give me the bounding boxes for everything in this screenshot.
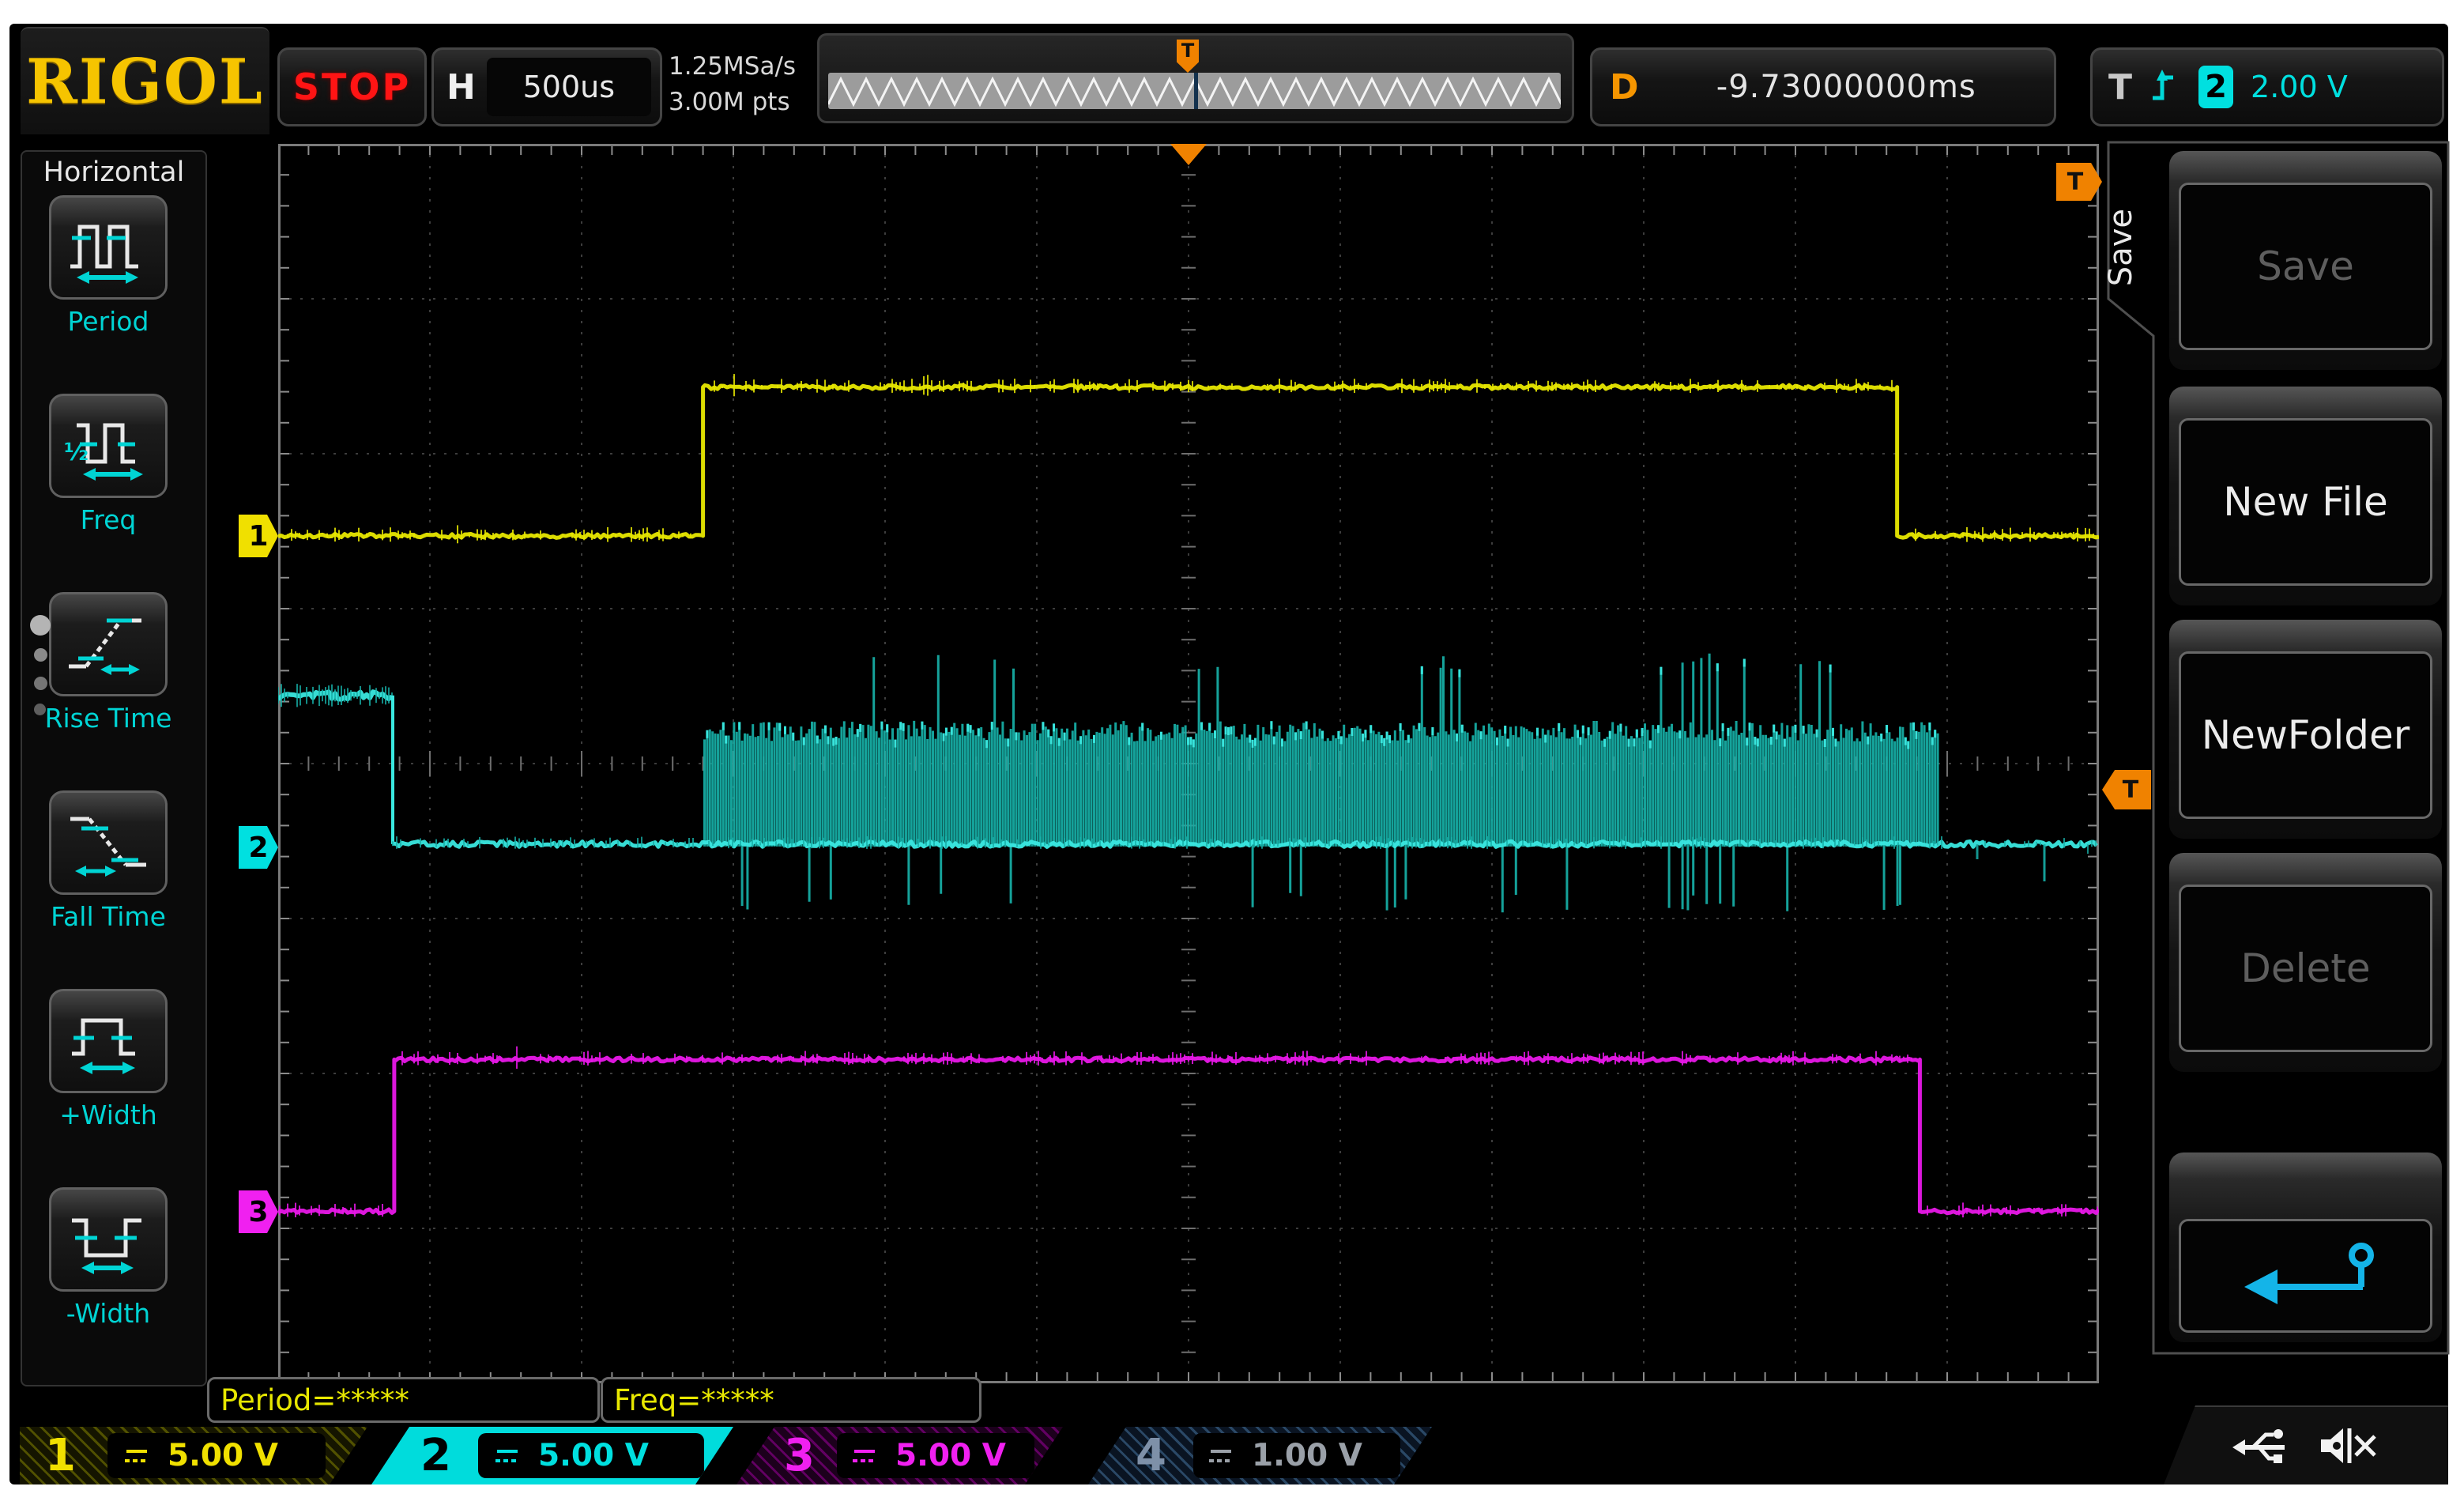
overview-position-slot — [1194, 73, 1198, 109]
trigger-label: T — [2108, 66, 2133, 108]
scroll-indicator-dot — [34, 704, 46, 715]
oscilloscope-screen: RIGOL STOP H 500us 1.25MSa/s 3.00M pts T… — [9, 24, 2450, 1484]
brand-logo: RIGOL — [26, 45, 264, 118]
channel-4-number: 4 — [1136, 1429, 1166, 1481]
scroll-indicator-dot — [34, 677, 47, 690]
measure-button[interactable]: ½ — [49, 394, 168, 498]
ch2-ground-marker[interactable]: 2 — [239, 826, 278, 869]
speaker-muted-icon — [2321, 1428, 2376, 1463]
brand-tile: RIGOL — [21, 27, 269, 134]
channel-2-number: 2 — [420, 1429, 451, 1481]
overview-band — [828, 73, 1561, 109]
svg-text:½: ½ — [64, 439, 89, 466]
dc-coupling-icon — [848, 1444, 881, 1468]
channel-3-scale: 5.00 V — [895, 1438, 1006, 1473]
usb-icon — [2232, 1429, 2285, 1463]
new-folder-button[interactable]: NewFolder — [2179, 651, 2432, 819]
sample-rate: 1.25MSa/s — [669, 52, 797, 81]
period-readout: Period=***** — [207, 1377, 600, 1423]
plus-width-icon — [62, 998, 154, 1084]
memory-depth: 3.00M pts — [669, 88, 790, 116]
fall-time-icon — [62, 800, 154, 885]
run-stop-status: STOP — [277, 47, 427, 126]
status-label: STOP — [292, 66, 412, 108]
dc-coupling-icon — [491, 1444, 524, 1468]
measure-button[interactable] — [49, 195, 168, 300]
channel-status-bar: 1 5.00 V 2 5.00 V 3 5.00 V 4 1.00 V — [9, 1427, 2448, 1484]
trigger-position-triangle[interactable] — [1170, 144, 1207, 165]
freq-readout: Freq=***** — [601, 1377, 981, 1423]
sidebar-item-label: Period — [67, 306, 149, 337]
channel-3-status[interactable]: 3 5.00 V — [737, 1427, 1063, 1484]
peripheral-status-panel — [2164, 1405, 2448, 1484]
back-arrow-icon — [2244, 1243, 2374, 1304]
channel-3-number: 3 — [784, 1429, 815, 1481]
minus-width-icon — [62, 1197, 154, 1282]
channel-1-scale: 5.00 V — [167, 1438, 278, 1473]
channel-2-status[interactable]: 2 5.00 V — [371, 1427, 733, 1484]
delay-label: D — [1610, 66, 1639, 108]
trigger-level-value: 2.00 V — [2251, 70, 2348, 104]
period-icon — [62, 205, 154, 290]
delay-box[interactable]: D -9.73000000ms — [1590, 47, 2056, 126]
save-button[interactable]: Save — [2179, 183, 2432, 350]
ch1-ground-marker[interactable]: 1 — [239, 515, 278, 557]
menu-tile: Delete — [2169, 853, 2442, 1072]
channel-1-number: 1 — [45, 1429, 76, 1481]
h-label: H — [446, 66, 476, 108]
channel-2-scale: 5.00 V — [537, 1438, 649, 1473]
sidebar-title: Horizontal — [43, 157, 185, 188]
acquisition-info: 1.25MSa/s 3.00M pts — [669, 49, 796, 120]
menu-tile — [2169, 1152, 2442, 1342]
menu-tile: NewFolder — [2169, 620, 2442, 839]
trigger-box[interactable]: T 2 2.00 V — [2090, 47, 2444, 126]
channel-4-status[interactable]: 4 1.00 V — [1088, 1427, 1432, 1484]
delay-value: -9.73000000ms — [1716, 69, 1976, 105]
sidebar-item--width[interactable]: +Width — [49, 989, 168, 1130]
menu-tile: Save — [2169, 151, 2442, 370]
menu-tab-save: Save — [2103, 208, 2139, 287]
sidebar-item-fall-time[interactable]: Fall Time — [49, 790, 168, 932]
new-file-button[interactable]: New File — [2179, 418, 2432, 586]
dc-coupling-icon — [1204, 1444, 1238, 1468]
channel-1-status[interactable]: 1 5.00 V — [20, 1427, 367, 1484]
measure-button[interactable] — [49, 790, 168, 895]
freq-icon: ½ — [62, 403, 154, 489]
sidebar-item-label: -Width — [66, 1298, 151, 1329]
sidebar-item--width[interactable]: -Width — [49, 1187, 168, 1329]
timebase-value: 500us — [486, 58, 651, 116]
menu-tile: New File — [2169, 387, 2442, 605]
sidebar-item-label: Fall Time — [51, 901, 166, 932]
overview-trigger-marker[interactable]: T — [1177, 40, 1199, 73]
sidebar-item-period[interactable]: Period — [49, 195, 168, 337]
waveform-display — [278, 144, 2099, 1383]
measure-button[interactable] — [49, 592, 168, 696]
dc-coupling-icon — [120, 1444, 153, 1468]
trigger-source-badge: 2 — [2198, 66, 2234, 108]
sidebar-item-rise-time[interactable]: Rise Time — [45, 592, 171, 734]
ch3-ground-marker[interactable]: 3 — [239, 1190, 278, 1233]
sidebar-item-label: +Width — [59, 1100, 157, 1130]
scroll-indicator-dot — [34, 648, 47, 662]
waveform-overview-bar[interactable]: T — [817, 33, 1574, 123]
delete-button[interactable]: Delete — [2179, 885, 2432, 1052]
sidebar-item-label: Rise Time — [44, 703, 172, 734]
rising-edge-icon — [2153, 70, 2174, 100]
channel-4-scale: 1.00 V — [1251, 1438, 1362, 1473]
scroll-indicator-dot — [30, 615, 51, 636]
rise-time-icon — [62, 602, 154, 687]
measure-button[interactable] — [49, 1187, 168, 1292]
horizontal-timebase-box[interactable]: H 500us — [431, 47, 662, 126]
rigol-oscilloscope-screenshot: { "top_bar": { "brand": "RIGOL", "status… — [0, 0, 2464, 1509]
sidebar-item-label: Freq — [80, 504, 137, 535]
back-button[interactable] — [2179, 1219, 2432, 1333]
sidebar-item-freq[interactable]: ½ Freq — [49, 394, 168, 535]
measure-button[interactable] — [49, 989, 168, 1093]
